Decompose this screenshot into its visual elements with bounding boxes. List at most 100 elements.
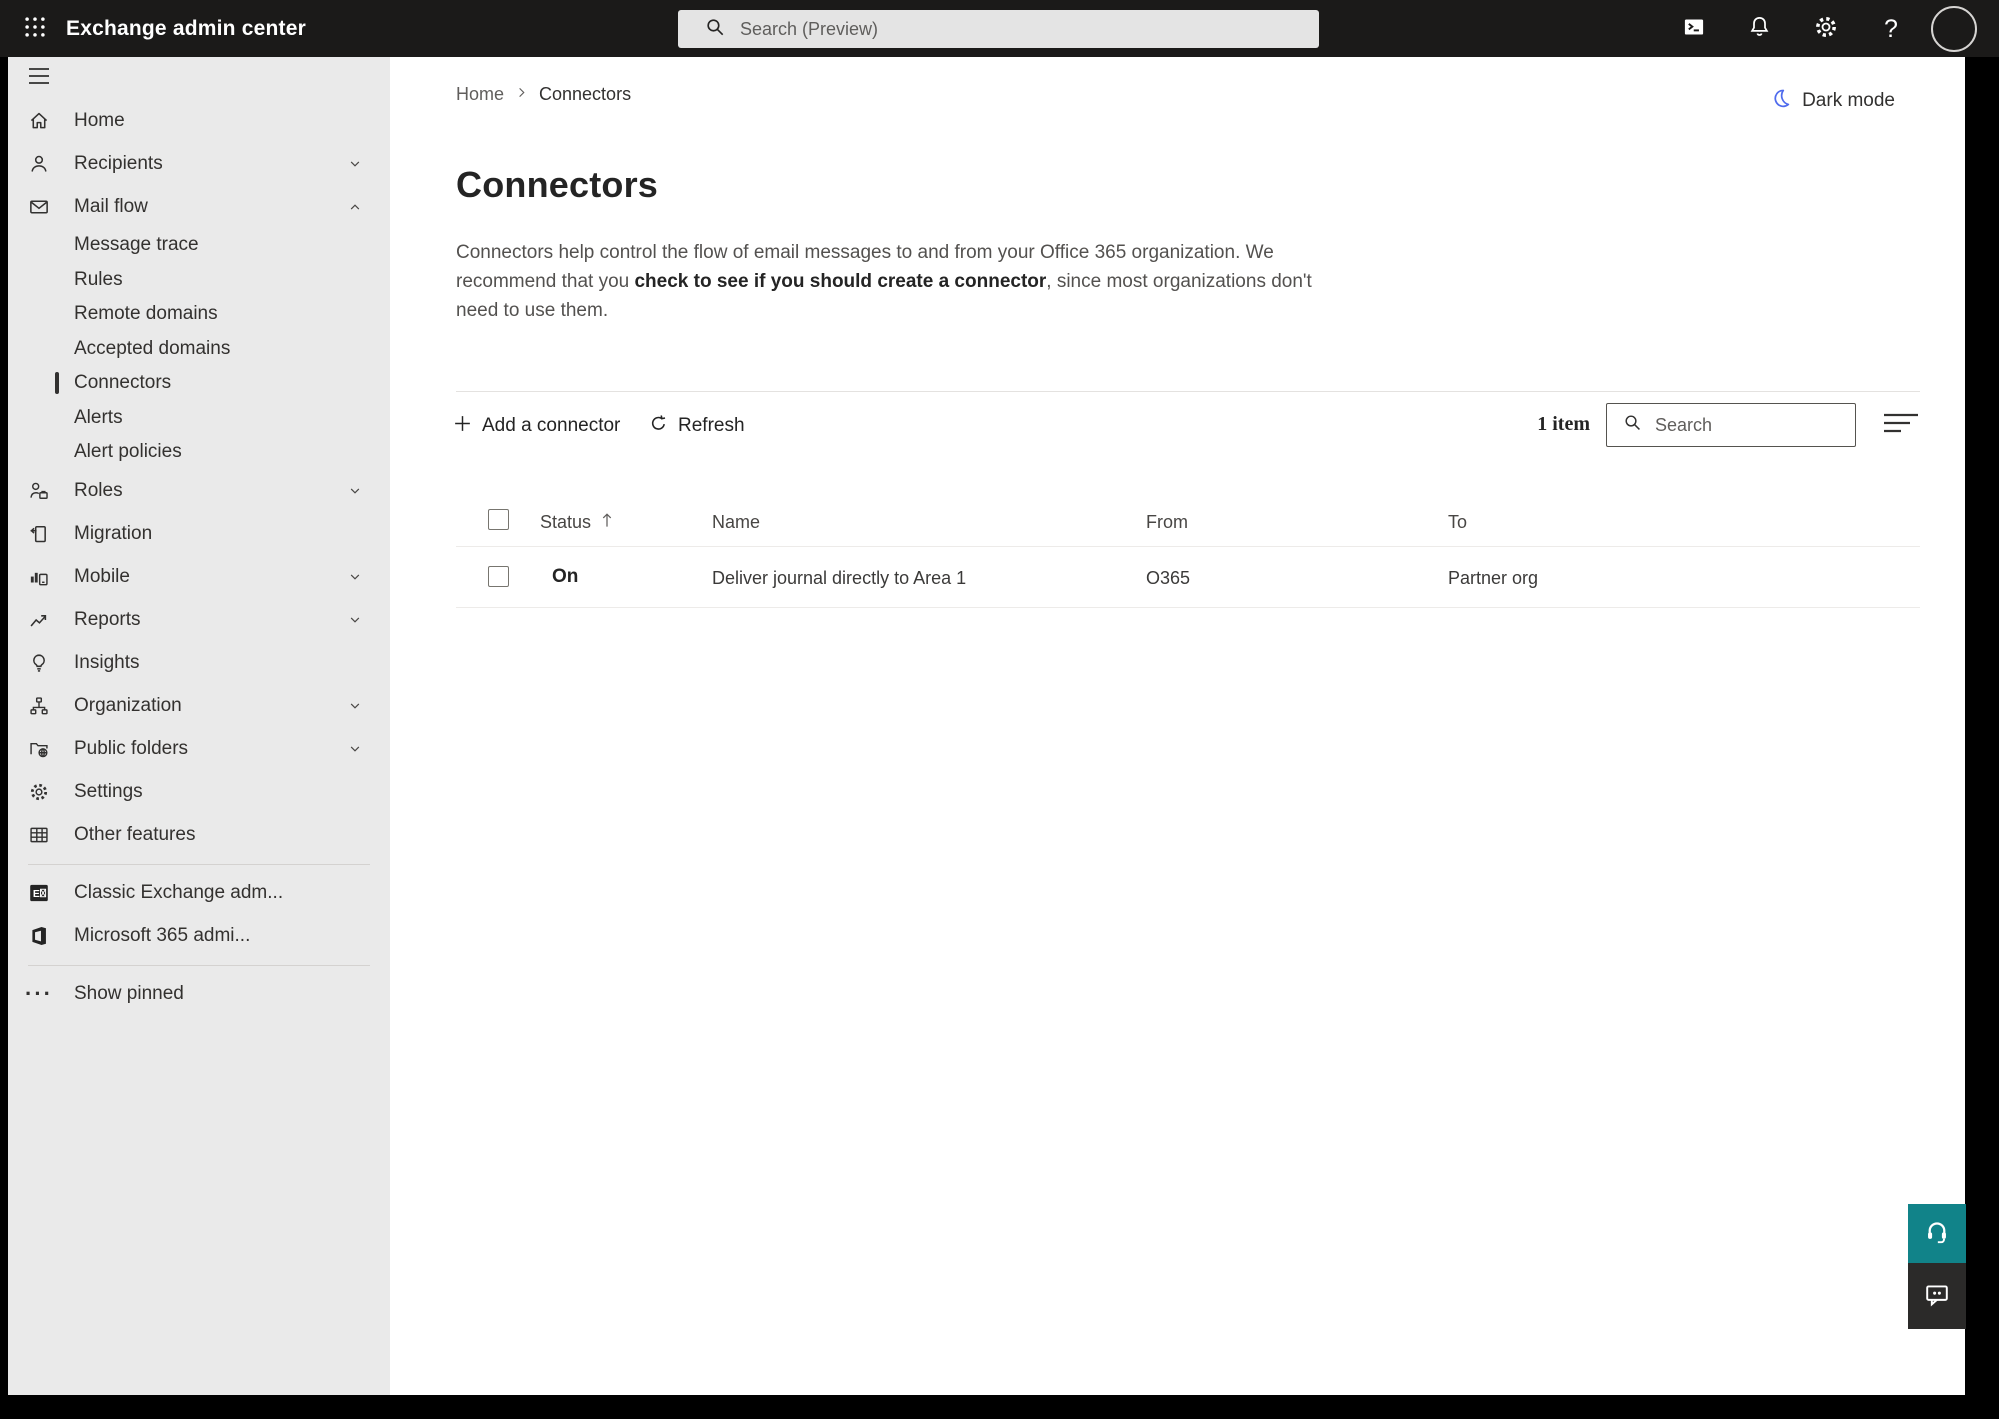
add-connector-label: Add a connector [482,415,621,436]
sidebar-item-organization[interactable]: Organization [8,685,390,728]
settings-button[interactable] [1812,15,1840,43]
sidebar-item-label: Remote domains [74,303,218,325]
mail-icon [28,196,50,218]
sidebar-item-migration[interactable]: Migration [8,513,390,556]
moon-icon [1769,87,1792,115]
column-header-name[interactable]: Name [712,512,760,533]
description-link[interactable]: check to see if you should create a conn… [634,271,1046,292]
sidebar-item-label: Connectors [74,372,172,394]
sidebar-item-label: Rules [74,268,123,290]
line-chart-icon [28,609,50,631]
sidebar-item-label: Reports [74,609,141,630]
column-header-status[interactable]: Status [540,512,614,533]
svg-text:E: E [33,889,40,900]
sidebar-item-public-folders[interactable]: Public folders [8,728,390,771]
sidebar-item-mobile[interactable]: Mobile [8,556,390,599]
main-content: Home Connectors Dark mode Connectors Con… [390,57,1965,1395]
breadcrumb-current: Connectors [539,84,632,104]
plus-icon [452,413,473,440]
search-icon [704,16,726,43]
sidebar-item-classic-exchange[interactable]: E Classic Exchange adm... [8,872,390,915]
refresh-label: Refresh [678,415,745,436]
list-search-box[interactable] [1606,403,1856,447]
toolbar-divider [456,391,1920,392]
sidebar-item-accepted-domains[interactable]: Accepted domains [8,332,390,367]
sidebar-item-label: Organization [74,695,182,716]
filter-icon [1883,411,1919,440]
chart-phone-icon [28,566,50,588]
sidebar-item-show-pinned[interactable]: ··· Show pinned [8,973,390,1016]
row-name[interactable]: Deliver journal directly to Area 1 [712,568,966,589]
column-label: Status [540,512,592,532]
sidebar-item-other-features[interactable]: Other features [8,814,390,857]
sidebar-item-alerts[interactable]: Alerts [8,401,390,436]
sidebar-item-mail-flow[interactable]: Mail flow [8,185,390,228]
chevron-down-icon [348,742,362,756]
classic-exchange-icon: E [28,882,50,904]
row-checkbox[interactable] [488,566,509,587]
filter-button[interactable] [1882,412,1920,438]
table-row-divider [456,607,1920,608]
column-header-to[interactable]: To [1448,512,1467,533]
sidebar: Home Recipients Mail flow Message trace [8,57,390,1395]
waffle-icon [22,14,48,45]
sidebar-item-label: Roles [74,480,123,501]
sidebar-item-m365-admin[interactable]: Microsoft 365 admi... [8,915,390,958]
page-title: Connectors [456,164,659,205]
sidebar-item-label: Recipients [74,152,163,174]
support-button[interactable] [1908,1204,1966,1263]
sidebar-item-message-trace[interactable]: Message trace [8,228,390,263]
sort-ascending-icon [600,512,614,533]
row-from: O365 [1146,568,1191,588]
document-arrow-icon [28,523,50,545]
global-search-box[interactable] [678,10,1319,48]
sidebar-item-label: Alert policies [74,441,182,463]
breadcrumb: Home Connectors [456,84,631,105]
sidebar-item-home[interactable]: Home [8,99,390,142]
cloud-shell-button[interactable] [1680,15,1708,43]
sidebar-item-label: Alerts [74,406,123,428]
chevron-down-icon [348,613,362,627]
headset-icon [1923,1217,1951,1250]
row-to: Partner org [1448,568,1539,588]
hamburger-icon [28,67,50,90]
chevron-down-icon [348,157,362,171]
sidebar-item-reports[interactable]: Reports [8,599,390,642]
sidebar-item-roles[interactable]: Roles [8,470,390,513]
page-description: Connectors help control the flow of emai… [456,238,1322,325]
list-search-input[interactable] [1655,414,1835,436]
help-button[interactable]: ? [1877,15,1905,43]
breadcrumb-home-link[interactable]: Home [456,84,504,105]
feedback-button[interactable] [1908,1263,1966,1329]
sidebar-item-label: Insights [74,652,140,673]
sidebar-item-recipients[interactable]: Recipients [8,142,390,185]
org-chart-icon [28,695,50,717]
refresh-button[interactable]: Refresh [648,404,745,448]
dark-mode-label: Dark mode [1802,90,1895,111]
sidebar-item-insights[interactable]: Insights [8,642,390,685]
avatar[interactable] [1931,6,1977,52]
sidebar-item-label: Mobile [74,566,130,587]
sidebar-item-alert-policies[interactable]: Alert policies [8,435,390,470]
add-connector-button[interactable]: Add a connector [452,404,620,448]
sidebar-item-settings[interactable]: Settings [8,771,390,814]
sidebar-item-connectors[interactable]: Connectors [8,366,390,401]
gear-icon [1813,14,1839,45]
chevron-down-icon [348,699,362,713]
dark-mode-toggle[interactable]: Dark mode [1769,87,1895,115]
sidebar-item-label: Public folders [74,738,189,759]
select-all-checkbox[interactable] [488,509,509,530]
column-header-from[interactable]: From [1146,512,1188,533]
sidebar-item-remote-domains[interactable]: Remote domains [8,297,390,332]
search-icon [1622,412,1643,438]
sidebar-divider [28,964,370,966]
global-search-input[interactable] [740,18,1260,40]
app-launcher-button[interactable] [18,12,52,46]
folder-globe-icon [28,738,50,760]
sidebar-item-rules[interactable]: Rules [8,263,390,298]
sidebar-item-label: Microsoft 365 admi... [74,925,251,946]
collapse-nav-button[interactable] [8,57,390,99]
notifications-button[interactable] [1745,15,1773,43]
sidebar-item-label: Accepted domains [74,337,231,359]
sidebar-item-label: Settings [74,781,143,802]
